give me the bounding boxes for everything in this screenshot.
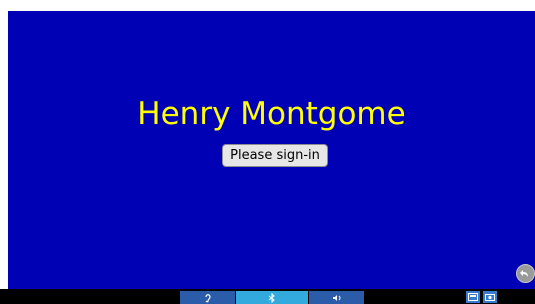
back-button[interactable]: [516, 264, 535, 283]
hearing-button[interactable]: [180, 291, 235, 304]
screenshot-button[interactable]: [466, 291, 480, 303]
image-icon: [468, 293, 478, 301]
camera-button[interactable]: [483, 291, 497, 303]
bluetooth-button[interactable]: [236, 291, 308, 304]
taskbar: [0, 289, 535, 304]
presentation-screen: Henry Montgome Please sign-in: [8, 11, 535, 289]
sign-in-button[interactable]: Please sign-in: [222, 144, 328, 167]
presenter-name: Henry Montgome: [137, 96, 406, 132]
camera-icon: [485, 294, 495, 301]
back-arrow-icon: [520, 270, 528, 277]
bluetooth-icon: [268, 292, 275, 303]
ear-icon: [204, 293, 211, 302]
speaker-icon: [332, 294, 341, 301]
volume-button[interactable]: [309, 291, 364, 304]
